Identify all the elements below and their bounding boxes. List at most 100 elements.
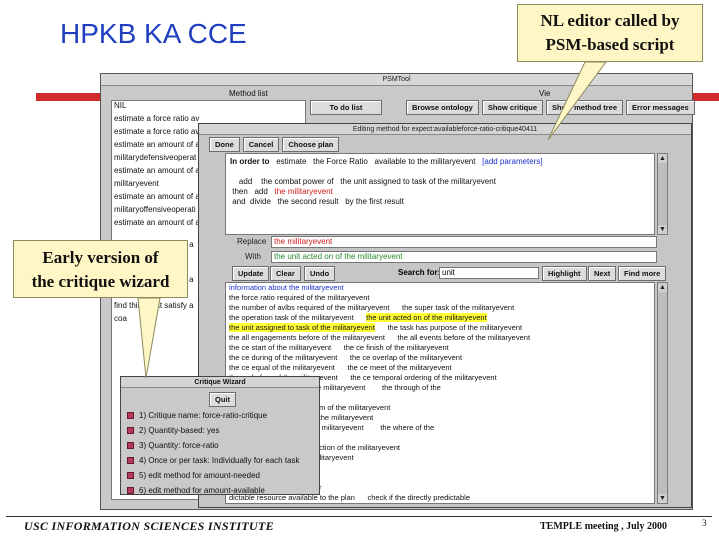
info-list-scrollbar[interactable]: ▲ ▼ bbox=[657, 282, 668, 504]
quit-button[interactable]: Quit bbox=[209, 392, 236, 407]
wizard-callout: Early version of the critique wizard bbox=[13, 240, 188, 298]
info-line-right[interactable]: check if the directly predictable bbox=[367, 493, 470, 502]
nl-editor-callout: NL editor called by PSM-based script bbox=[517, 4, 703, 62]
wizard-step[interactable]: 3) Quantity: force-ratio bbox=[127, 438, 317, 453]
wizard-step-label: 4) Once or per task: Individually for ea… bbox=[139, 456, 300, 465]
method-line-3-prefix: then add bbox=[232, 187, 268, 196]
scroll-down-icon[interactable]: ▼ bbox=[658, 225, 667, 234]
checkbox-icon[interactable] bbox=[127, 412, 134, 419]
done-button[interactable]: Done bbox=[209, 137, 240, 152]
wizard-step[interactable]: 4) Once or per task: Individually for ea… bbox=[127, 453, 317, 468]
wizard-step[interactable]: 1) Critique name: force-ratio-critique bbox=[127, 408, 317, 423]
psm-top-toolbar: Browse ontology Show critique Show metho… bbox=[406, 100, 695, 115]
wizard-step[interactable]: 5) edit method for amount-needed bbox=[127, 468, 317, 483]
edit-method-titlebar: Editing method for expect:availableforce… bbox=[199, 124, 691, 135]
checkbox-icon[interactable] bbox=[127, 472, 134, 479]
checkbox-icon[interactable] bbox=[127, 487, 134, 494]
info-line[interactable]: the operation task of the militaryevent … bbox=[226, 313, 654, 323]
info-line[interactable]: the ce start of the militaryevent the ce… bbox=[226, 343, 654, 353]
method-list-label: Method list bbox=[229, 89, 268, 98]
checkbox-icon[interactable] bbox=[127, 457, 134, 464]
method-line-2: add the combat power of the unit assigne… bbox=[238, 177, 496, 186]
footer-institute: USC INFORMATION SCIENCES INSTITUTE bbox=[24, 519, 274, 533]
show-method-tree-button[interactable]: Show method tree bbox=[546, 100, 624, 115]
info-line-left[interactable]: the ce during of the militaryevent bbox=[229, 353, 337, 362]
wizard-callout-line-1: Early version of bbox=[42, 248, 159, 267]
slide-title: HPKB KA CCE bbox=[60, 18, 247, 49]
wizard-step-label: 1) Critique name: force-ratio-critique bbox=[139, 411, 268, 420]
psmtool-titlebar: PSMTool bbox=[101, 74, 692, 86]
info-line-right[interactable]: the ce temporal ordering of the military… bbox=[350, 373, 496, 382]
wizard-step[interactable]: 6) edit method for amount-available bbox=[127, 483, 317, 498]
wizard-step[interactable]: 2) Quantity-based: yes bbox=[127, 423, 317, 438]
title-accent-bar-left bbox=[36, 93, 104, 101]
info-line[interactable]: the ce equal of the militaryevent the ce… bbox=[226, 363, 654, 373]
add-parameters-link[interactable]: [add parameters] bbox=[482, 157, 542, 166]
in-order-to-keyword: In order to bbox=[230, 157, 270, 166]
info-line[interactable]: the unit assigned to task of the militar… bbox=[226, 323, 654, 333]
info-line-left[interactable]: the ce start of the militaryevent bbox=[229, 343, 331, 352]
footer-meeting: TEMPLE meeting , July 2000 bbox=[540, 521, 667, 532]
view-label: Vie bbox=[539, 89, 551, 98]
critique-wizard-title: Critique Wizard bbox=[121, 377, 319, 388]
scroll-up-icon[interactable]: ▲ bbox=[658, 154, 667, 163]
method-text-scrollbar[interactable]: ▲ ▼ bbox=[657, 153, 668, 235]
available-to-phrase: available to the militaryevent bbox=[374, 157, 476, 166]
error-messages-button[interactable]: Error messages bbox=[626, 100, 695, 115]
info-line-right[interactable]: the unit acted on of the militaryevent bbox=[366, 313, 487, 322]
estimate-verb: estimate bbox=[276, 157, 307, 166]
next-button[interactable]: Next bbox=[588, 266, 617, 281]
info-line-left[interactable]: the number of avlbs required of the mili… bbox=[229, 303, 390, 312]
checkbox-icon[interactable] bbox=[127, 442, 134, 449]
info-line-right[interactable]: the ce overlap of the militaryevent bbox=[350, 353, 462, 362]
nl-callout-line-2: PSM-based script bbox=[545, 35, 675, 54]
info-line-left[interactable]: the ce equal of the militaryevent bbox=[229, 363, 335, 372]
info-line-right[interactable]: the super task of the militaryevent bbox=[402, 303, 514, 312]
show-critique-button[interactable]: Show critique bbox=[481, 100, 544, 115]
wizard-step-label: 3) Quantity: force-ratio bbox=[139, 441, 219, 450]
choose-plan-button[interactable]: Choose plan bbox=[282, 137, 340, 152]
wizard-step-label: 5) edit method for amount-needed bbox=[139, 471, 260, 480]
scroll-up-icon[interactable]: ▲ bbox=[658, 283, 667, 292]
info-line-left[interactable]: the all engagements before of the milita… bbox=[229, 333, 385, 342]
checkbox-icon[interactable] bbox=[127, 427, 134, 434]
info-line-left[interactable]: the unit assigned to task of the militar… bbox=[229, 323, 375, 332]
info-line[interactable]: the force ratio required of the military… bbox=[226, 293, 654, 303]
browse-ontology-button[interactable]: Browse ontology bbox=[406, 100, 479, 115]
info-line-right[interactable]: the ce meet of the militaryevent bbox=[347, 363, 451, 372]
search-label: Search for: bbox=[398, 268, 441, 277]
replace-field[interactable]: the militaryevent bbox=[271, 236, 657, 248]
method-line-3-selection[interactable]: the militaryevent bbox=[275, 187, 333, 196]
info-header: information about the militaryevent bbox=[229, 283, 344, 292]
todo-list-button[interactable]: To do list bbox=[310, 100, 382, 115]
edit-method-toolbar: Done Cancel Choose plan bbox=[209, 137, 340, 152]
info-line[interactable]: the all engagements before of the milita… bbox=[226, 333, 654, 343]
info-line-right[interactable]: the task has purpose of the militaryeven… bbox=[387, 323, 522, 332]
cancel-button[interactable]: Cancel bbox=[242, 137, 280, 152]
update-button[interactable]: Update bbox=[232, 266, 270, 281]
method-text-editor[interactable]: In order to estimate the Force Ratio ava… bbox=[225, 153, 655, 235]
undo-button[interactable]: Undo bbox=[304, 266, 336, 281]
wizard-step-label: 2) Quantity-based: yes bbox=[139, 426, 220, 435]
search-input[interactable]: unit bbox=[439, 267, 539, 279]
info-line[interactable]: the number of avlbs required of the mili… bbox=[226, 303, 654, 313]
nl-callout-line-1: NL editor called by bbox=[540, 11, 680, 30]
with-field[interactable]: the unit acted on of the militaryevent bbox=[271, 251, 657, 263]
critique-wizard-window: Critique Wizard Quit 1) Critique name: f… bbox=[120, 376, 320, 495]
info-line-left[interactable]: the operation task of the militaryevent bbox=[229, 313, 354, 322]
goal-parameter: the Force Ratio bbox=[313, 157, 368, 166]
info-line-left[interactable]: the force ratio required of the military… bbox=[229, 293, 370, 302]
wizard-steps: 1) Critique name: force-ratio-critique 2)… bbox=[127, 408, 317, 498]
method-list-item[interactable]: NIL bbox=[112, 101, 305, 111]
info-line-right[interactable]: the ce finish of the militaryevent bbox=[344, 343, 449, 352]
with-label: With bbox=[245, 252, 261, 261]
wizard-step-label: 6) edit method for amount-available bbox=[139, 486, 265, 495]
page-number: 3 bbox=[702, 518, 707, 528]
find-more-button[interactable]: Find more bbox=[618, 266, 667, 281]
footer-rule bbox=[6, 516, 712, 517]
clear-button[interactable]: Clear bbox=[270, 266, 301, 281]
scroll-down-icon[interactable]: ▼ bbox=[658, 494, 667, 503]
highlight-button[interactable]: Highlight bbox=[542, 266, 587, 281]
info-line[interactable]: the ce during of the militaryevent the c… bbox=[226, 353, 654, 363]
info-line-right[interactable]: the all events before of the militaryeve… bbox=[397, 333, 530, 342]
